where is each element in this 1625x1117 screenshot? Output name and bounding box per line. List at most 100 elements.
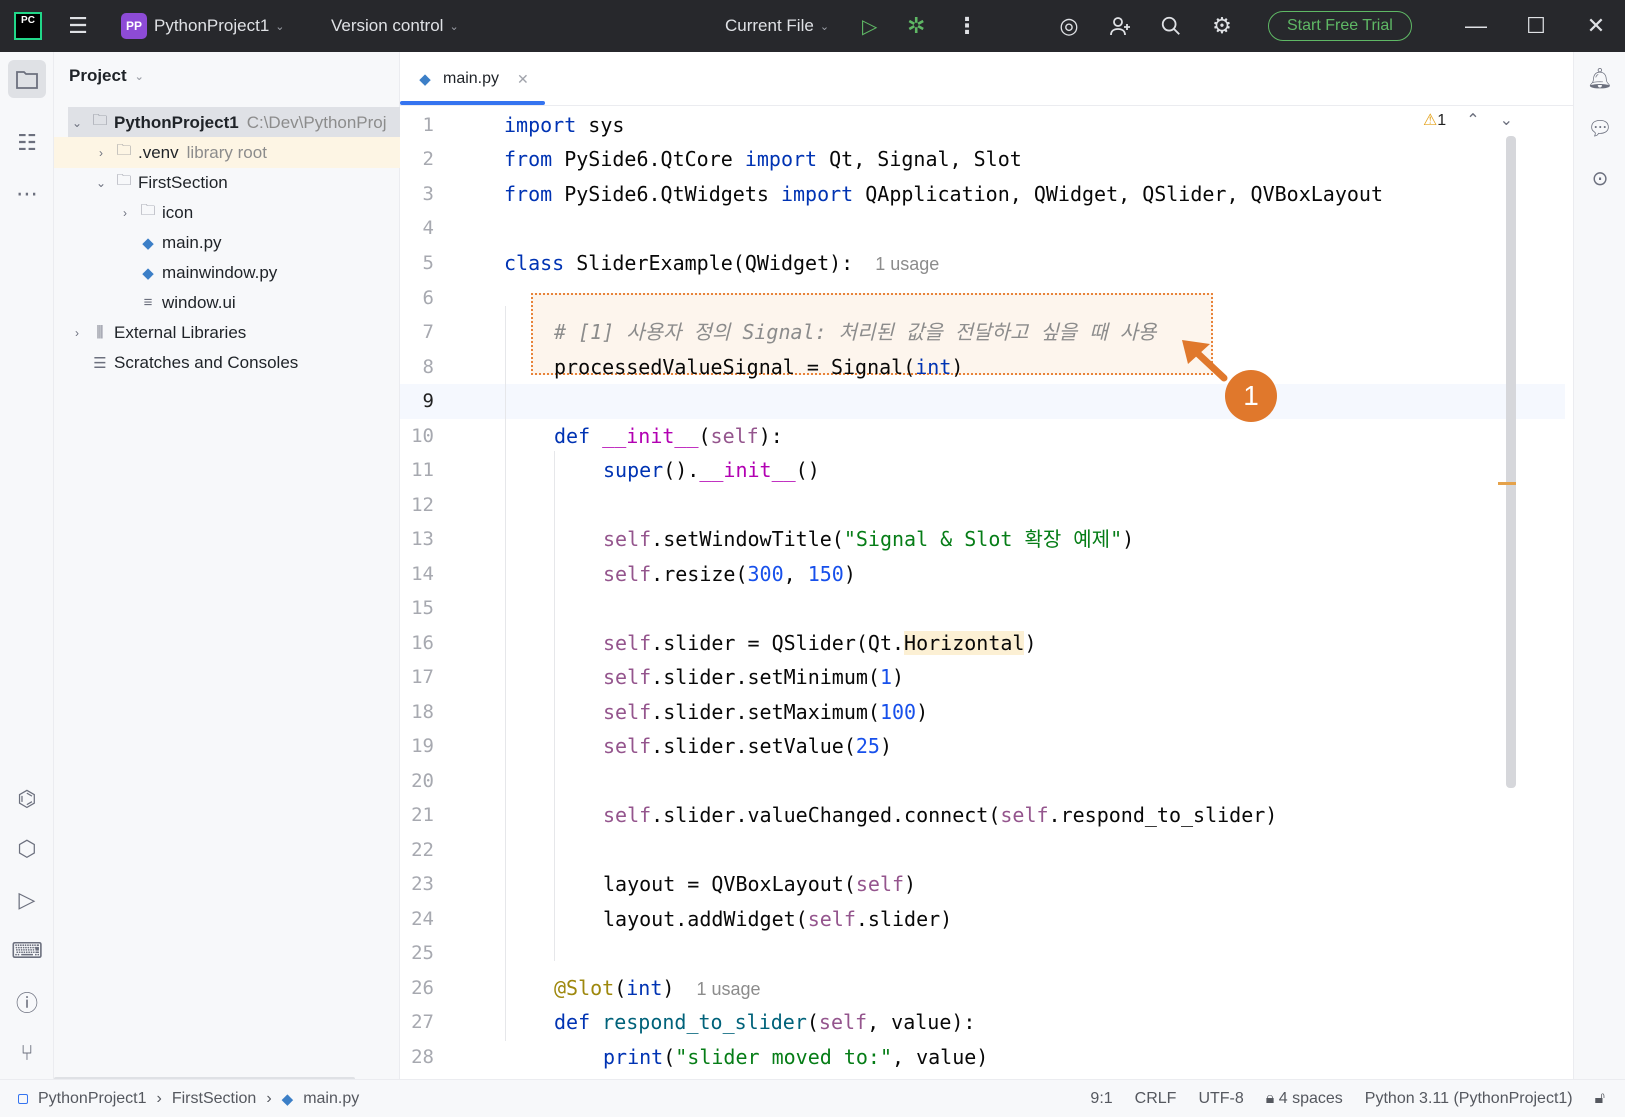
tree-item-scratches[interactable]: ☰ Scratches and Consoles [54,347,400,378]
terminal-icon[interactable]: ⌨ [8,932,46,970]
more-tools-icon[interactable]: ⋯ [8,175,46,213]
tab-main-py[interactable]: ◆ main.py ✕ [415,52,529,106]
next-highlight-icon[interactable]: ⌄ [1500,110,1513,130]
right-tool-strip: 🔔︎ 💬︎ ⊙ [1573,52,1625,1089]
code-editor[interactable]: 1 2 3 4 5 6 7 8 9 10 11 12 13 14 15 16 1… [400,106,1573,1079]
project-badge[interactable]: PP [121,13,147,39]
expand-chevron-icon[interactable]: ⌄ [92,176,110,190]
tree-item-project-root[interactable]: ⌄ 🗀 PythonProject1 C:\Dev\PythonProj [68,107,400,138]
ai-chat-icon[interactable]: 💬︎ [1582,110,1618,146]
warning-stripe-marker[interactable] [1498,482,1516,485]
caret-position[interactable]: 9:1 [1090,1090,1112,1108]
structure-tool-icon[interactable]: ☷ [8,124,46,162]
module-icon [18,1094,28,1104]
code-line-11: super().__init__() [603,458,820,482]
run-configuration-selector[interactable]: Current File ⌄ [725,0,829,52]
more-actions-icon[interactable]: ⋮ [956,0,978,52]
title-bar: PC ☰ PP PythonProject1 ⌄ Version control… [0,0,1625,52]
debug-icon[interactable]: ✲ [907,0,925,52]
expand-chevron-icon[interactable]: › [92,146,110,160]
folder-icon: 🗀 [116,172,132,189]
line-separator[interactable]: CRLF [1135,1090,1177,1108]
expand-chevron-icon[interactable]: › [68,326,86,340]
line-number: 26 [411,977,434,999]
line-number: 16 [411,632,434,654]
close-tab-icon[interactable]: ✕ [517,71,529,88]
tree-item-label: Scratches and Consoles [114,352,299,372]
indent-setting[interactable]: 🔒︎ 4 spaces [1266,1090,1343,1108]
start-free-trial-button[interactable]: Start Free Trial [1268,11,1412,41]
git-icon[interactable]: ⑂ [8,1034,46,1072]
warning-indicator[interactable]: ⚠1 [1423,110,1446,130]
folder-icon: 🗀 [92,112,108,129]
vertical-scrollbar[interactable] [1506,136,1516,788]
run-icon[interactable]: ▷ [862,0,877,52]
file-encoding[interactable]: UTF-8 [1198,1090,1243,1108]
scratches-icon: ☰ [93,354,107,372]
version-control-label: Version control [331,16,444,35]
chevron-down-icon: ⌄ [449,20,459,33]
code-line-18: self.slider.setMaximum(100) [603,700,929,724]
current-line-highlight [400,384,1565,419]
tree-item-external-libraries[interactable]: › ⫼ External Libraries [54,317,400,348]
line-number: 11 [411,459,434,481]
code-line-24: layout.addWidget(self.slider) [603,907,953,931]
main-menu-icon[interactable]: ☰ [64,0,92,52]
search-icon[interactable] [1155,0,1187,52]
notifications-bell-icon[interactable]: 🔔︎ [1582,60,1618,96]
maximize-icon[interactable]: ☐ [1520,0,1552,52]
folder-icon: 🗀 [116,142,132,159]
usage-inlay-hint[interactable]: 1 usage [696,979,760,999]
status-bar: PythonProject1 › FirstSection › ◆ main.p… [0,1079,1625,1117]
version-control-menu[interactable]: Version control ⌄ [331,0,459,52]
project-panel: Project ⌄ ⌄ 🗀 PythonProject1 C:\Dev\Pyth… [54,52,400,1089]
settings-gear-icon[interactable]: ⚙ [1206,0,1238,52]
minimize-icon[interactable]: — [1460,0,1492,52]
tree-item-main-py[interactable]: ◆ main.py [54,227,400,258]
problems-icon[interactable]: ⓘ [8,983,46,1021]
indent-lock-icon: 🔒︎ [1265,1090,1279,1107]
code-line-19: self.slider.setValue(25) [603,734,893,758]
tree-item-note: library root [186,142,267,162]
line-number: 24 [411,908,434,930]
breadcrumb-item[interactable]: FirstSection [172,1090,256,1108]
run-tool-icon[interactable]: ▷ [8,881,46,919]
breadcrumb-item[interactable]: PythonProject1 [38,1090,147,1108]
code-line-5: class SliderExample(QWidget): 1 usage [504,251,940,275]
tree-item-firstsection[interactable]: ⌄ 🗀 FirstSection [54,167,400,198]
line-number: 25 [411,942,434,964]
previous-highlight-icon[interactable]: ⌃ [1466,110,1479,130]
project-switcher[interactable]: PythonProject1 ⌄ [154,0,285,52]
tree-item-icon-folder[interactable]: › 🗀 icon [54,197,400,228]
read-only-lock-icon[interactable]: 🔓︎ [1595,1090,1605,1108]
python-packages-icon[interactable]: ⌬ [8,780,46,818]
breadcrumb-item[interactable]: main.py [303,1090,359,1108]
project-tool-icon[interactable] [8,60,46,98]
inspection-widget[interactable]: ⚠1 ⌃ ⌄ [1423,110,1513,130]
status-widgets: 9:1 CRLF UTF-8 🔒︎ 4 spaces Python 3.11 (… [1090,1080,1605,1117]
code-line-26: @Slot(int) 1 usage [554,976,761,1000]
expand-chevron-icon[interactable]: › [116,206,134,220]
project-panel-header[interactable]: Project ⌄ [69,66,144,86]
services-icon[interactable]: ⬡ [8,830,46,868]
endpoints-icon[interactable]: ⊙ [1582,160,1618,196]
line-number: 8 [422,356,434,378]
pycharm-logo-icon[interactable]: PC [14,12,42,40]
add-user-icon[interactable] [1104,0,1136,52]
usage-inlay-hint[interactable]: 1 usage [875,254,939,274]
line-number: 23 [411,873,434,895]
annotation-arrow-icon [1182,340,1228,382]
tree-item-window-ui[interactable]: ≡ window.ui [54,287,400,318]
close-icon[interactable]: ✕ [1580,0,1612,52]
expand-chevron-icon[interactable]: ⌄ [68,116,86,130]
breadcrumb-separator-icon: › [266,1090,272,1107]
ai-assistant-icon[interactable]: ◎ [1053,0,1085,52]
python-file-icon: ◆ [281,1091,294,1108]
breadcrumb-separator-icon: › [156,1090,162,1107]
run-config-label: Current File [725,16,814,35]
tree-item-mainwindow-py[interactable]: ◆ mainwindow.py [54,257,400,288]
tree-item-label: main.py [162,232,222,252]
python-interpreter[interactable]: Python 3.11 (PythonProject1) [1365,1090,1573,1108]
tree-item-venv[interactable]: › 🗀 .venv library root [54,137,400,168]
line-number: 7 [422,321,434,343]
